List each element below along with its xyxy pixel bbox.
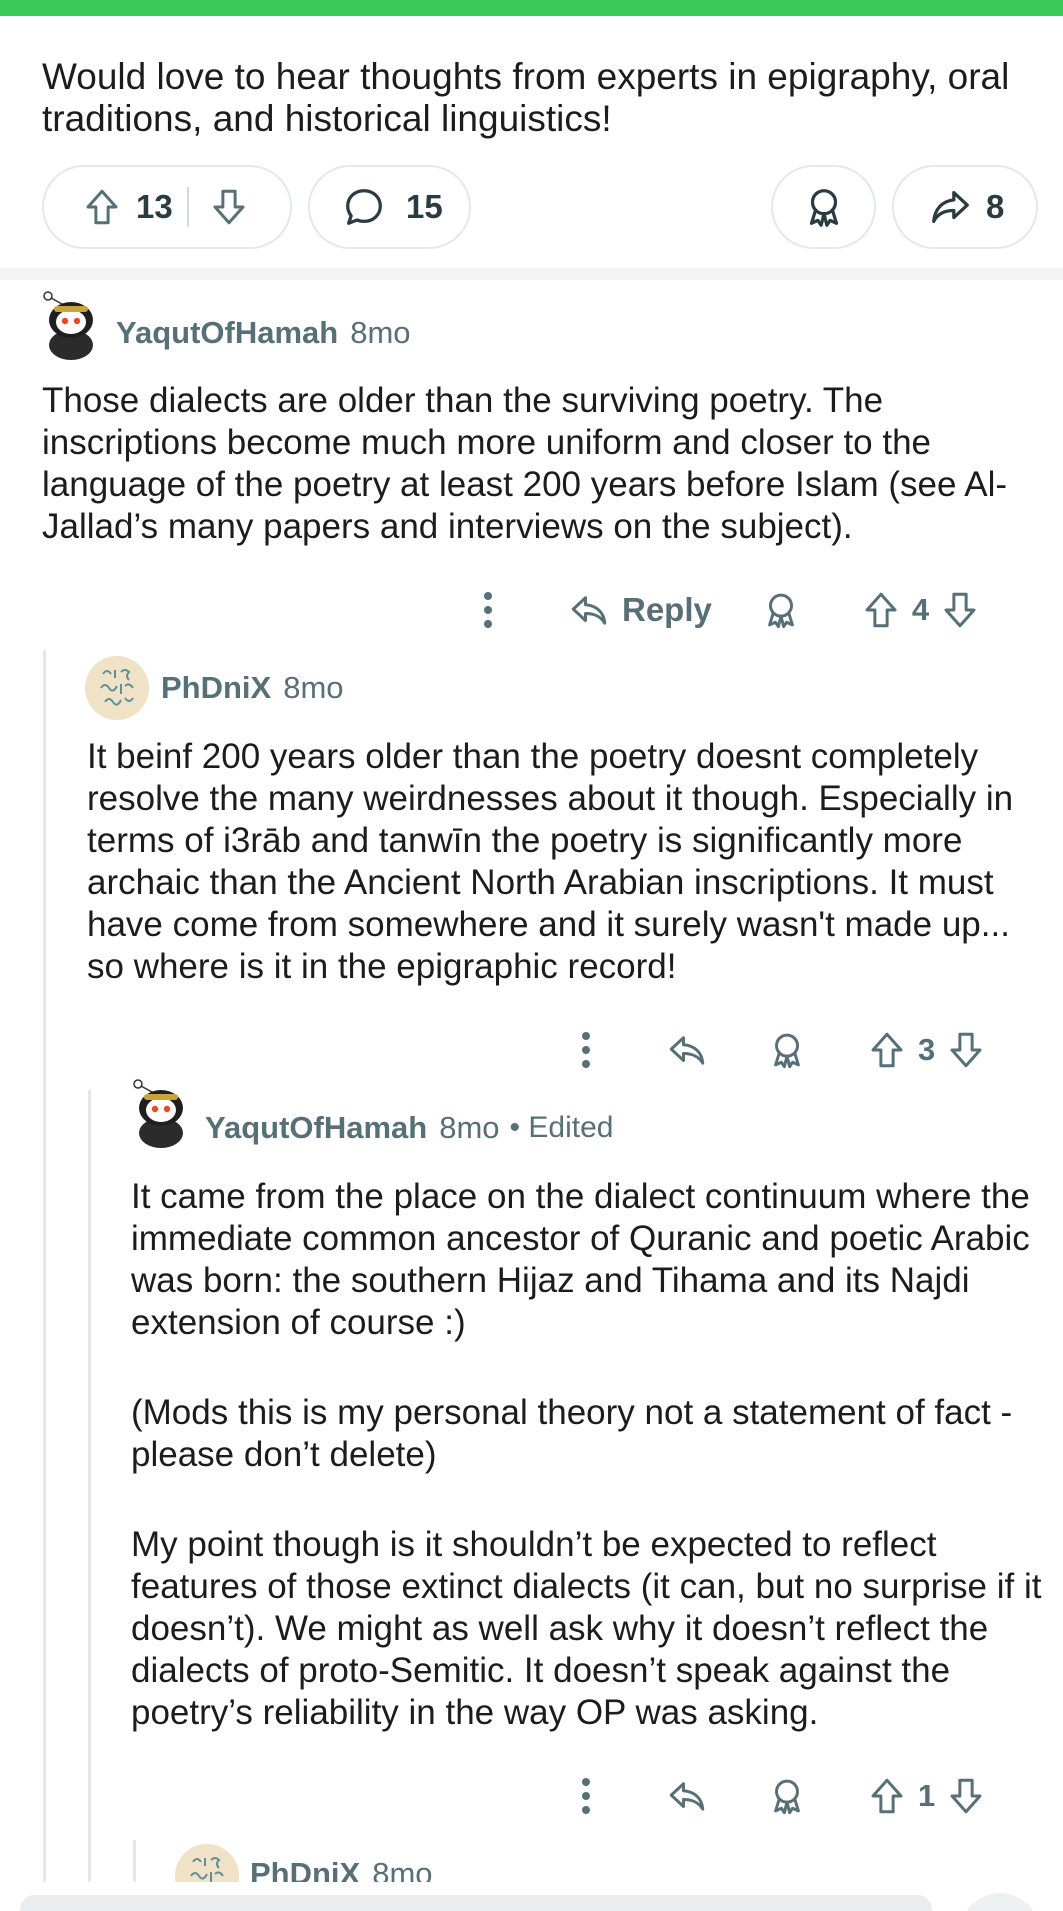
downvote-icon[interactable] — [939, 589, 981, 631]
award-icon[interactable] — [760, 589, 802, 631]
comment-age: 8mo — [283, 670, 344, 705]
comments-button[interactable]: 15 — [308, 165, 471, 249]
reply-button[interactable]: Reply — [568, 589, 712, 631]
comment-score: 4 — [911, 592, 930, 627]
post-body-text: Would love to hear thoughts from experts… — [42, 56, 1010, 139]
award-icon[interactable] — [766, 1775, 808, 1817]
avatar[interactable] — [85, 656, 149, 720]
comment-header: YaqutOfHamah 8mo • Edited — [205, 1110, 613, 1146]
award-icon — [801, 184, 847, 230]
comment-paragraph: It came from the place on the dialect co… — [131, 1177, 1030, 1342]
comment-actions: Reply 4 — [458, 580, 1018, 640]
comment-count: 15 — [406, 188, 443, 225]
upvote-icon[interactable] — [860, 589, 902, 631]
comment-age: 8mo — [350, 315, 411, 350]
more-options-icon[interactable] — [458, 590, 518, 630]
reply-label: Reply — [622, 591, 712, 628]
comment-age: 8mo — [439, 1110, 500, 1145]
comment-actions: 3 — [556, 1020, 1018, 1080]
share-count: 8 — [986, 188, 1005, 225]
comment-body: It came from the place on the dialect co… — [131, 1176, 1046, 1734]
downvote-icon[interactable] — [945, 1029, 987, 1071]
reply-icon[interactable] — [666, 1029, 708, 1071]
comment-username[interactable]: PhDniX — [161, 670, 271, 706]
more-options-icon[interactable] — [556, 1776, 616, 1816]
reply-input-bar[interactable] — [20, 1895, 932, 1911]
avatar[interactable] — [40, 290, 102, 360]
award-button[interactable] — [771, 165, 876, 249]
comment-username[interactable]: YaqutOfHamah — [205, 1110, 427, 1146]
thread-line[interactable] — [133, 1840, 136, 1882]
share-button[interactable]: 8 — [892, 165, 1038, 249]
comment-username[interactable]: YaqutOfHamah — [116, 315, 338, 351]
comment-paragraph: It beinf 200 years older than the poetry… — [87, 737, 1014, 986]
comment-body: Those dialects are older than the surviv… — [42, 380, 1032, 548]
award-icon[interactable] — [766, 1029, 808, 1071]
upvote-icon[interactable] — [72, 177, 132, 237]
comment-actions: 1 — [556, 1766, 1018, 1826]
comment-score: 1 — [918, 1778, 936, 1813]
downvote-icon[interactable] — [199, 177, 259, 237]
comment-icon — [336, 179, 392, 235]
reply-icon[interactable] — [666, 1775, 708, 1817]
avatar[interactable] — [130, 1078, 192, 1148]
thread-line[interactable] — [88, 1090, 91, 1882]
post-comments-divider — [0, 268, 1063, 280]
thread-line[interactable] — [43, 650, 46, 1882]
edited-indicator: • Edited — [509, 1111, 614, 1144]
status-strip — [0, 0, 1063, 16]
comment-body: It beinf 200 years older than the poetry… — [87, 736, 1037, 988]
comment-header: YaqutOfHamah 8mo — [116, 315, 411, 351]
comment-header: PhDniX 8mo — [161, 670, 344, 706]
share-icon — [924, 181, 976, 233]
vote-separator — [186, 187, 189, 227]
upvote-icon[interactable] — [866, 1029, 908, 1071]
post-vote-control: 13 — [42, 165, 292, 249]
downvote-icon[interactable] — [945, 1775, 987, 1817]
reply-icon — [568, 589, 610, 631]
comment-score: 3 — [918, 1032, 936, 1067]
comment-paragraph: Those dialects are older than the surviv… — [42, 381, 1008, 546]
upvote-icon[interactable] — [866, 1775, 908, 1817]
post-upvote-count: 13 — [136, 188, 173, 225]
more-options-icon[interactable] — [556, 1030, 616, 1070]
comment-paragraph: My point though is it shouldn’t be expec… — [131, 1525, 1042, 1732]
comment-paragraph: (Mods this is my personal theory not a s… — [131, 1393, 1013, 1474]
